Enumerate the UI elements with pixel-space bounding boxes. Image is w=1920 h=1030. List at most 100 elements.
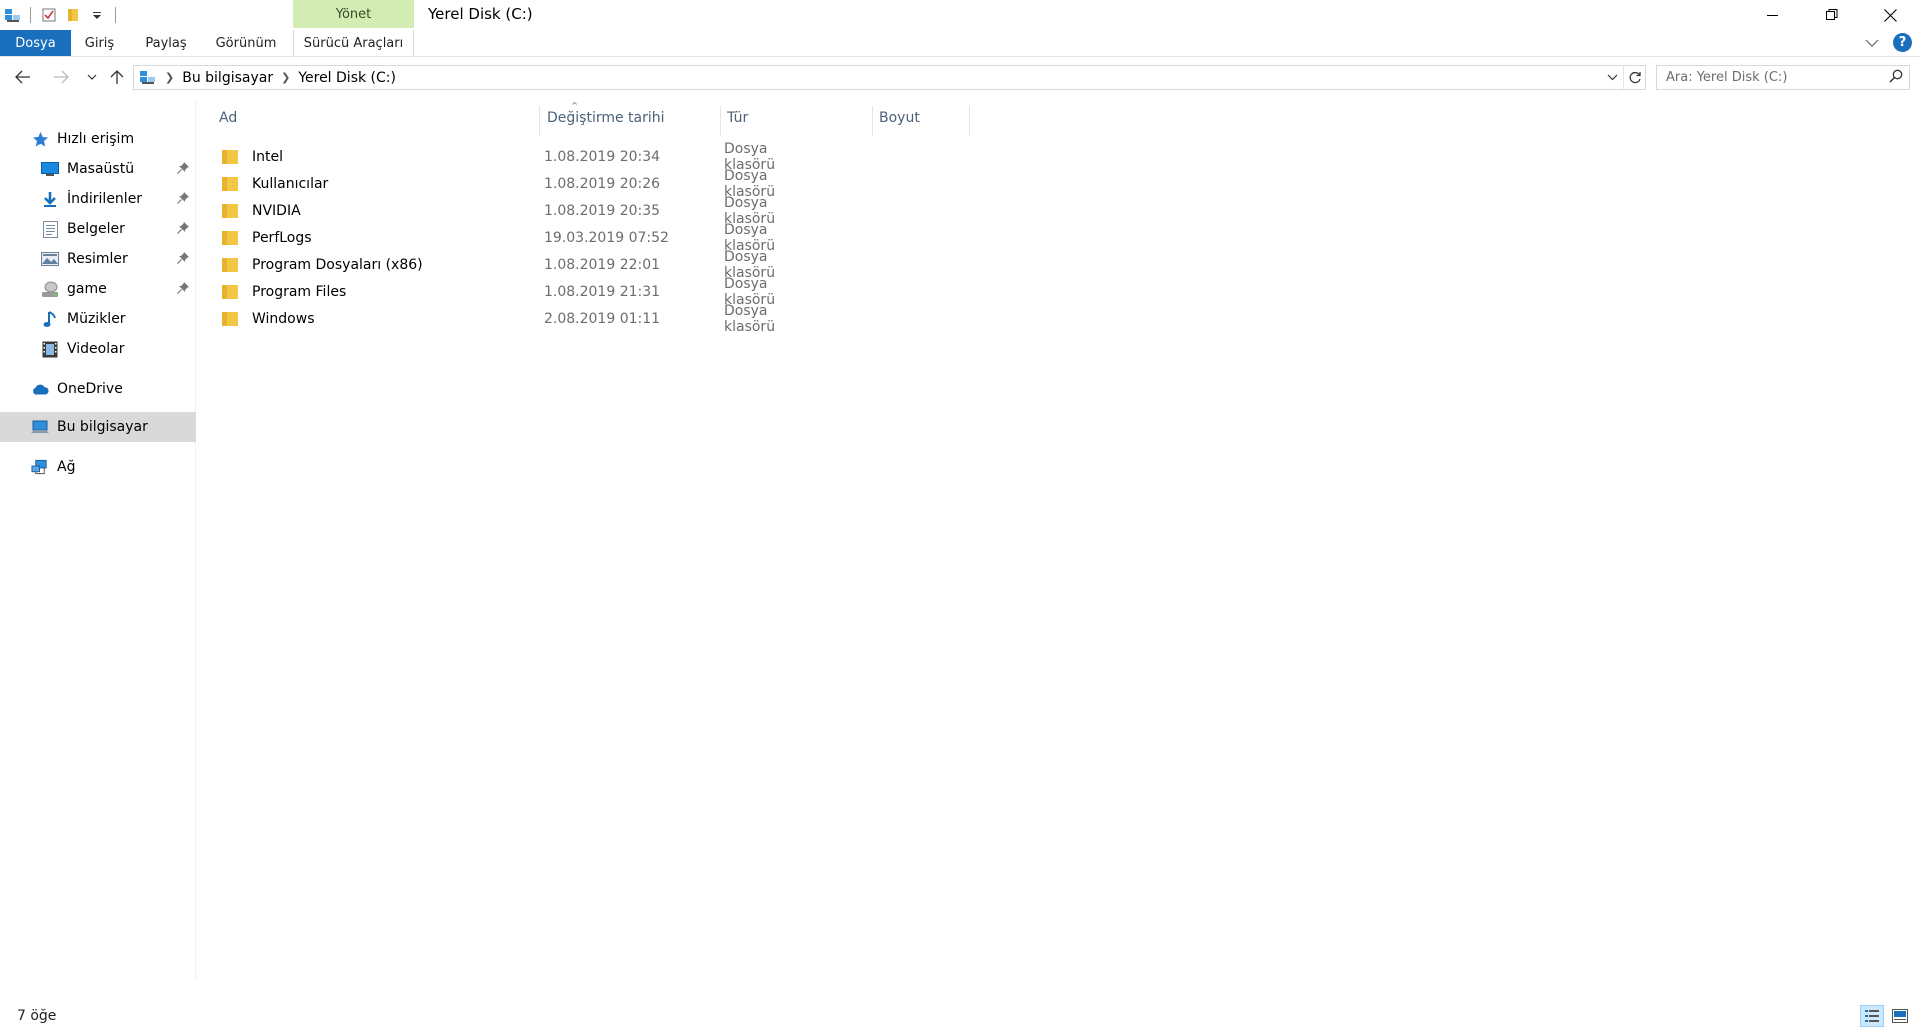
- quick-access-toolbar: [0, 4, 122, 26]
- nav-network[interactable]: Ağ: [0, 452, 196, 482]
- new-folder-icon[interactable]: [61, 4, 85, 26]
- up-button[interactable]: [106, 66, 128, 88]
- nav-label: Bu bilgisayar: [57, 419, 148, 435]
- navigation-pane: Hızlı erişim Masaüstü İndirilenler Belge…: [0, 100, 196, 980]
- nav-documents[interactable]: Belgeler: [0, 214, 196, 244]
- nav-this-pc[interactable]: Bu bilgisayar: [0, 412, 196, 442]
- nav-label: Belgeler: [67, 221, 125, 237]
- search-icon[interactable]: [1889, 69, 1903, 87]
- search-box[interactable]: [1656, 65, 1910, 90]
- forward-button[interactable]: [50, 66, 72, 88]
- nav-downloads[interactable]: İndirilenler: [0, 184, 196, 214]
- properties-icon[interactable]: [37, 4, 61, 26]
- address-bar[interactable]: ❯ Bu bilgisayar ❯ Yerel Disk (C:): [133, 65, 1646, 90]
- nav-label: OneDrive: [57, 381, 123, 397]
- tab-home[interactable]: Giriş: [71, 30, 128, 56]
- folder-icon: [222, 257, 238, 272]
- folder-icon: [222, 203, 238, 218]
- recent-locations-button[interactable]: [81, 66, 103, 88]
- column-header-size[interactable]: Boyut: [874, 100, 969, 136]
- ribbon-right-tools: ?: [1865, 33, 1912, 52]
- downloads-icon: [41, 190, 59, 208]
- column-divider[interactable]: [872, 106, 873, 136]
- help-button[interactable]: ?: [1893, 33, 1912, 52]
- large-icons-view-icon: [1892, 1009, 1908, 1023]
- nav-quick-access[interactable]: Hızlı erişim: [0, 124, 196, 154]
- table-row[interactable]: Program Files 1.08.2019 21:31 Dosya klas…: [220, 276, 800, 308]
- tab-view[interactable]: Görünüm: [207, 30, 285, 56]
- folder-icon: [222, 311, 238, 326]
- nav-videos[interactable]: Videolar: [0, 334, 196, 364]
- pin-icon[interactable]: [177, 252, 189, 268]
- nav-label: İndirilenler: [67, 191, 143, 207]
- cloud-icon: [31, 380, 49, 398]
- this-pc-icon[interactable]: [0, 4, 24, 26]
- navigation-row: ❯ Bu bilgisayar ❯ Yerel Disk (C:): [0, 62, 1920, 94]
- column-header-name[interactable]: Ad: [197, 100, 537, 136]
- breadcrumb-local-disk[interactable]: Yerel Disk (C:): [298, 70, 396, 86]
- toolbar-separator: [115, 7, 116, 23]
- column-divider[interactable]: [720, 106, 721, 136]
- pin-icon[interactable]: [177, 282, 189, 298]
- minimize-icon: [1766, 15, 1778, 16]
- file-date: 1.08.2019 20:35: [544, 202, 661, 219]
- network-icon: [31, 458, 49, 476]
- breadcrumb-separator[interactable]: ❯: [165, 71, 174, 84]
- pin-icon[interactable]: [177, 192, 189, 208]
- tab-share[interactable]: Paylaş: [133, 30, 199, 56]
- minimize-button[interactable]: [1743, 0, 1802, 30]
- breadcrumb-separator[interactable]: ❯: [281, 71, 290, 84]
- large-icons-view-button[interactable]: [1888, 1005, 1912, 1027]
- column-header-label: Ad: [219, 110, 238, 126]
- folder-icon: [222, 284, 238, 299]
- restore-button[interactable]: [1802, 0, 1861, 30]
- pin-icon[interactable]: [177, 162, 189, 178]
- table-row[interactable]: Kullanıcılar 1.08.2019 20:26 Dosya klasö…: [220, 168, 800, 200]
- column-header-label: Değiştirme tarihi: [547, 110, 665, 126]
- column-header-label: Tür: [727, 110, 749, 126]
- nav-label: Hızlı erişim: [57, 131, 135, 147]
- column-header-label: Boyut: [879, 110, 920, 126]
- table-row[interactable]: PerfLogs 19.03.2019 07:52 Dosya klasörü: [220, 222, 800, 254]
- title-bar: Yönet Yerel Disk (C:): [0, 0, 1920, 30]
- file-list: ⌃ Ad Değiştirme tarihi Tür Boyut Intel 1…: [197, 100, 1920, 980]
- back-button[interactable]: [12, 66, 34, 88]
- nav-label: Resimler: [67, 251, 128, 267]
- search-input[interactable]: [1666, 70, 1881, 85]
- file-type: Dosya klasörü: [724, 302, 776, 335]
- column-header-date[interactable]: Değiştirme tarihi: [541, 100, 721, 136]
- column-header-type[interactable]: Tür: [722, 100, 867, 136]
- file-name: Program Files: [252, 283, 347, 300]
- address-history-button[interactable]: [1601, 74, 1623, 81]
- documents-icon: [41, 220, 59, 238]
- close-button[interactable]: [1861, 0, 1920, 30]
- table-row[interactable]: Intel 1.08.2019 20:34 Dosya klasörü: [220, 141, 800, 173]
- column-divider[interactable]: [969, 106, 970, 136]
- breadcrumb-this-pc[interactable]: Bu bilgisayar: [182, 70, 273, 86]
- nav-pictures[interactable]: Resimler: [0, 244, 196, 274]
- refresh-icon: [1629, 71, 1641, 83]
- tab-file[interactable]: Dosya: [0, 30, 71, 56]
- pin-icon[interactable]: [177, 222, 189, 238]
- nav-music[interactable]: Müzikler: [0, 304, 196, 334]
- computer-icon: [31, 418, 49, 436]
- chevron-down-icon: [1865, 39, 1879, 47]
- address-tools: [1601, 66, 1645, 89]
- table-row[interactable]: Windows 2.08.2019 01:11 Dosya klasörü: [220, 302, 800, 335]
- table-row[interactable]: NVIDIA 1.08.2019 20:35 Dosya klasörü: [220, 195, 800, 227]
- nav-onedrive[interactable]: OneDrive: [0, 374, 196, 404]
- tab-drive-tools[interactable]: Sürücü Araçları: [293, 30, 414, 56]
- file-date: 1.08.2019 22:01: [544, 256, 661, 273]
- details-view-button[interactable]: [1860, 1005, 1884, 1027]
- details-view-icon: [1865, 1010, 1879, 1022]
- column-divider[interactable]: [539, 106, 540, 136]
- expand-ribbon-button[interactable]: [1865, 34, 1879, 52]
- customize-toolbar-icon[interactable]: [85, 4, 109, 26]
- file-name: Intel: [252, 148, 283, 165]
- context-tab-group-manage: Yönet: [293, 0, 414, 28]
- table-row[interactable]: Program Dosyaları (x86) 1.08.2019 22:01 …: [220, 249, 800, 281]
- nav-game[interactable]: game: [0, 274, 196, 304]
- refresh-button[interactable]: [1623, 66, 1645, 89]
- pictures-icon: [41, 250, 59, 268]
- nav-desktop[interactable]: Masaüstü: [0, 154, 196, 184]
